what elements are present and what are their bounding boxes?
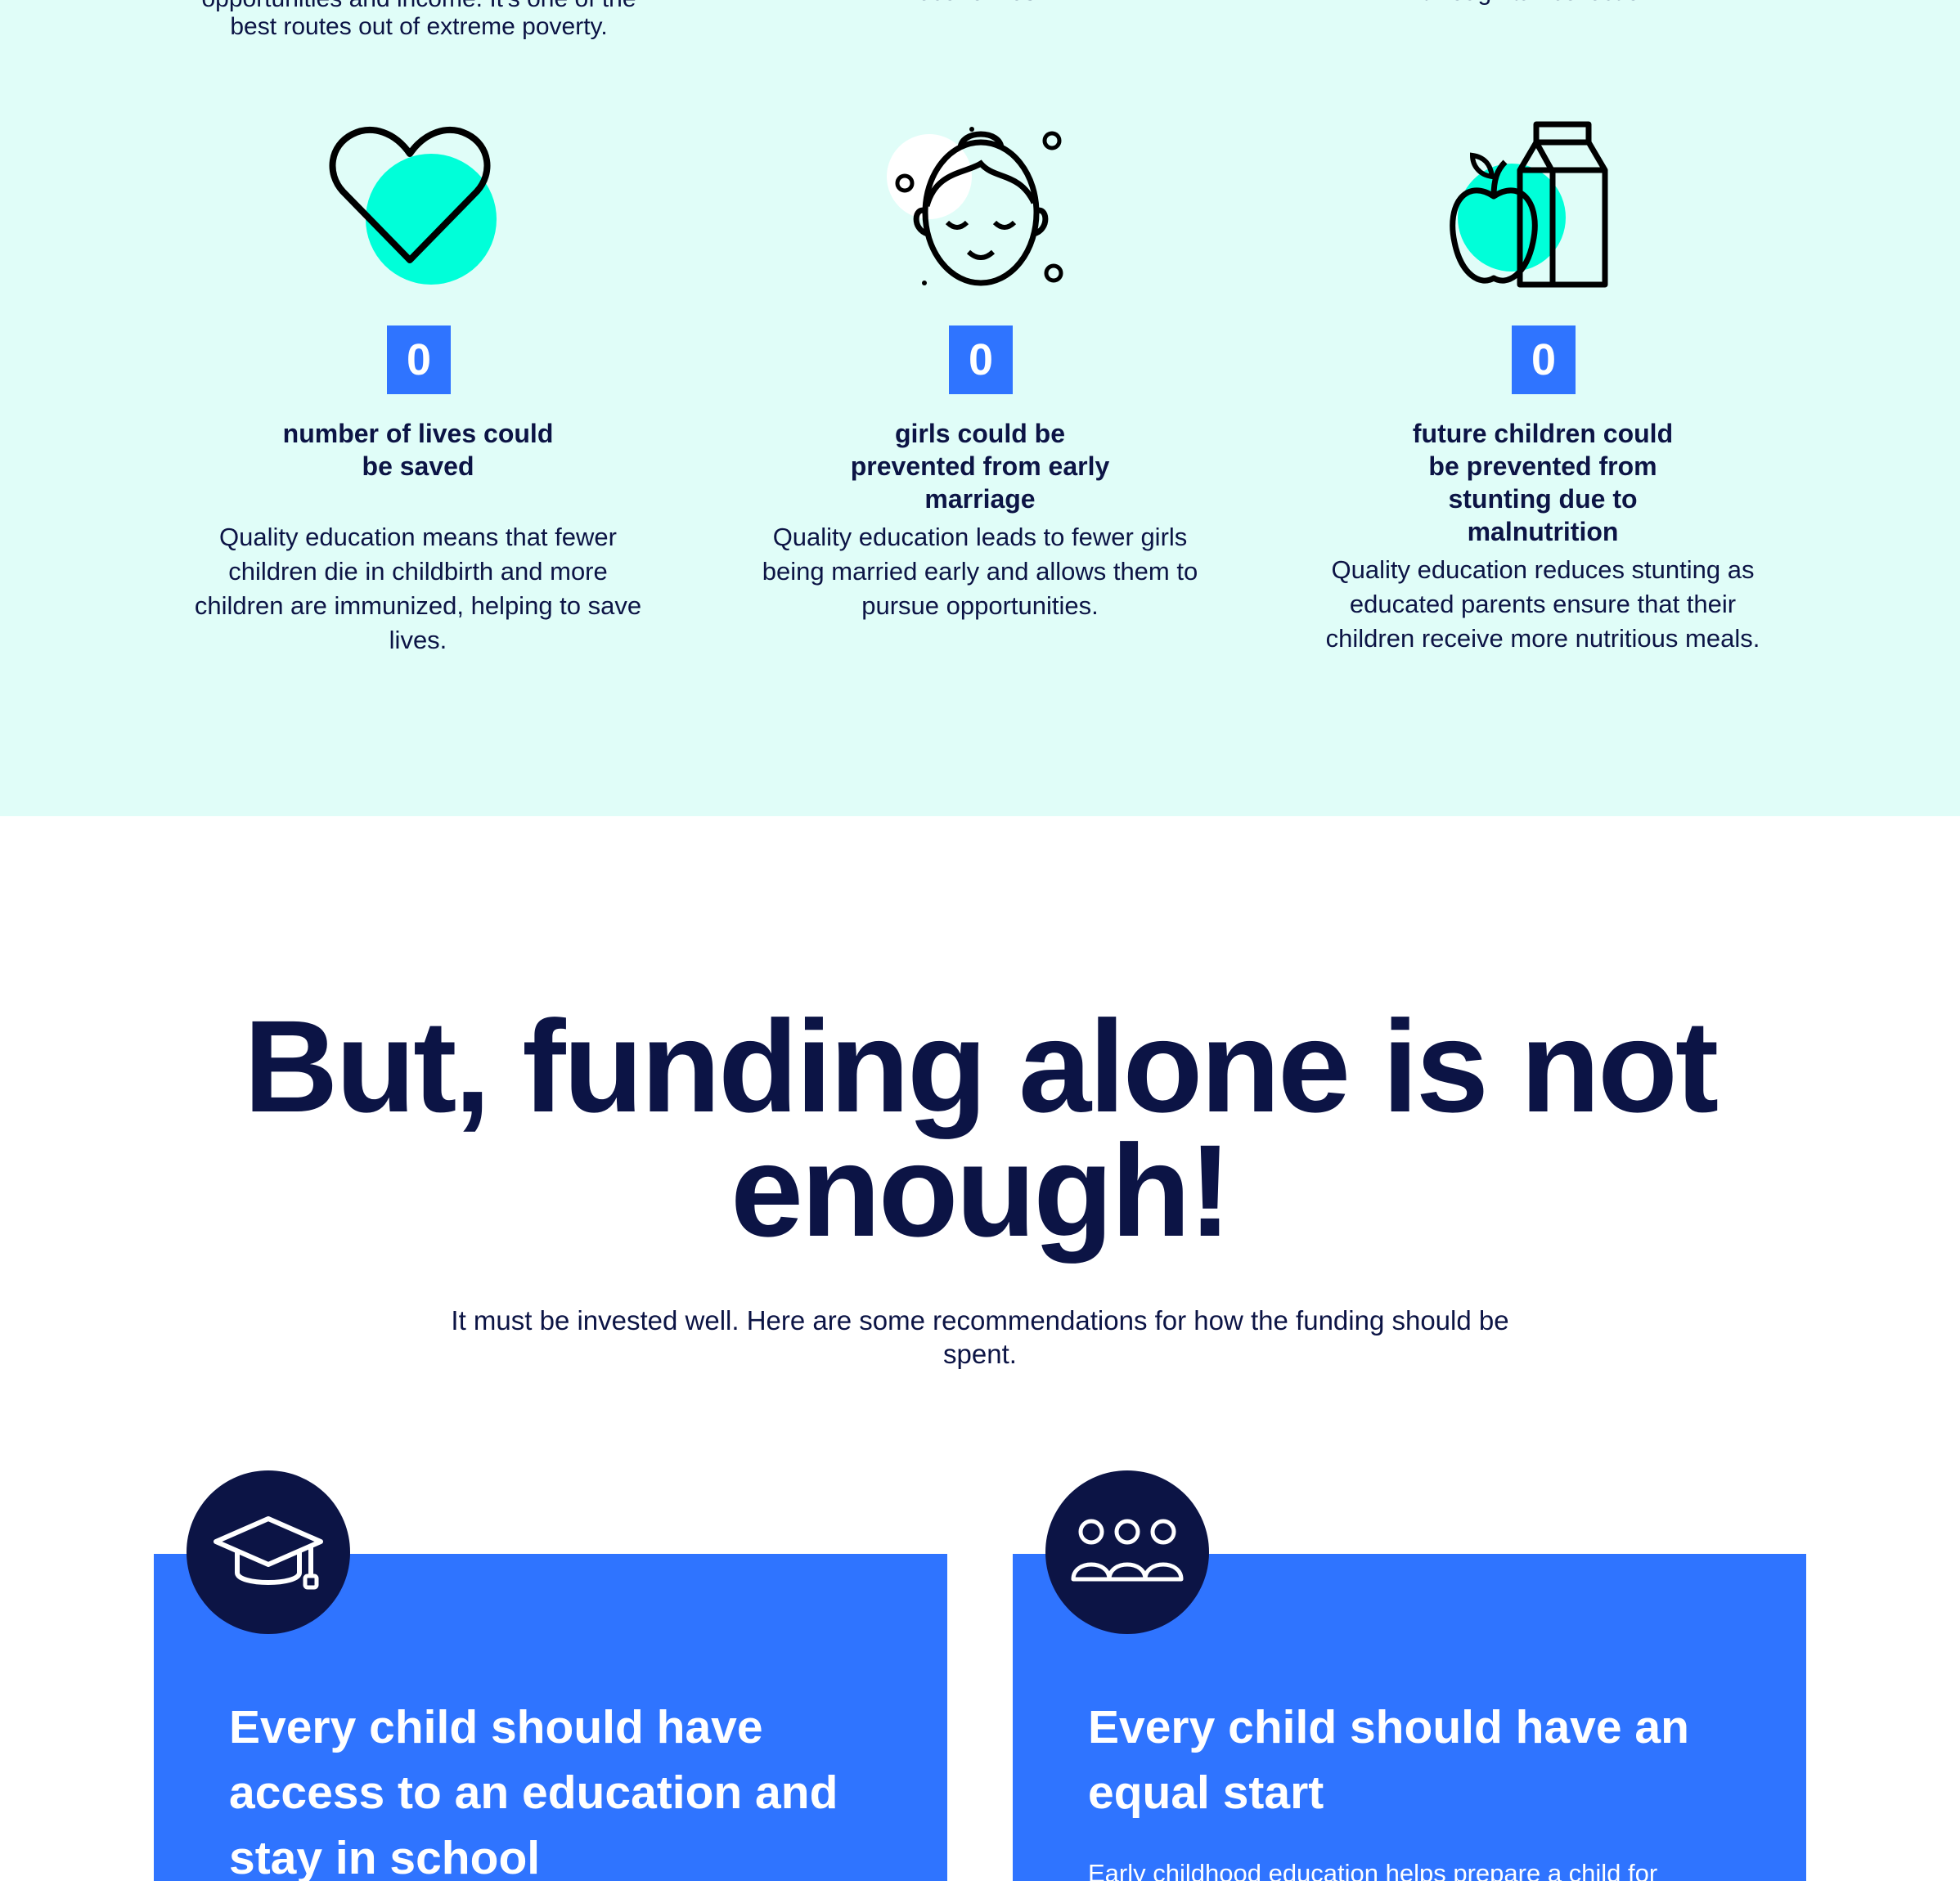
page-headline: But, funding alone is not enough! [0,1001,1960,1256]
partial-text-2: economies. [735,0,1225,10]
stat-title: number of lives could be saved [282,419,554,481]
heart-icon [320,114,516,294]
stat-description: Quality education means that fewer child… [194,523,642,654]
intro-text: It must be invested well. Here are some … [451,1305,1509,1369]
marriage-counter: 0 [949,325,1013,394]
lives-counter: 0 [387,325,451,394]
card-title: Every child should have access to an edu… [229,1701,838,1881]
stat-description: Quality education leads to fewer girls b… [762,523,1198,620]
stunting-counter: 0 [1512,325,1576,394]
partial-text-1b: best routes out of extreme poverty. [230,13,608,40]
stat-title: girls could be prevented from early marr… [850,419,1110,514]
card-text: Early childhood education helps prepare … [1088,1859,1658,1881]
graduation-cap-icon [187,1470,350,1634]
partial-text-3: through tax collection. [1296,0,1787,10]
impact-section: opportunities and income. It's one of th… [0,0,1960,816]
card-title: Every child should have an equal start [1088,1701,1689,1819]
stat-description: Quality education reduces stunting as ed… [1325,555,1760,653]
stat-title: future children could be prevented from … [1412,419,1674,546]
headline-line-2: enough! [731,1117,1232,1264]
group-people-icon [1045,1470,1209,1634]
apple-milk-icon [1445,114,1641,294]
girl-face-icon [882,114,1078,294]
